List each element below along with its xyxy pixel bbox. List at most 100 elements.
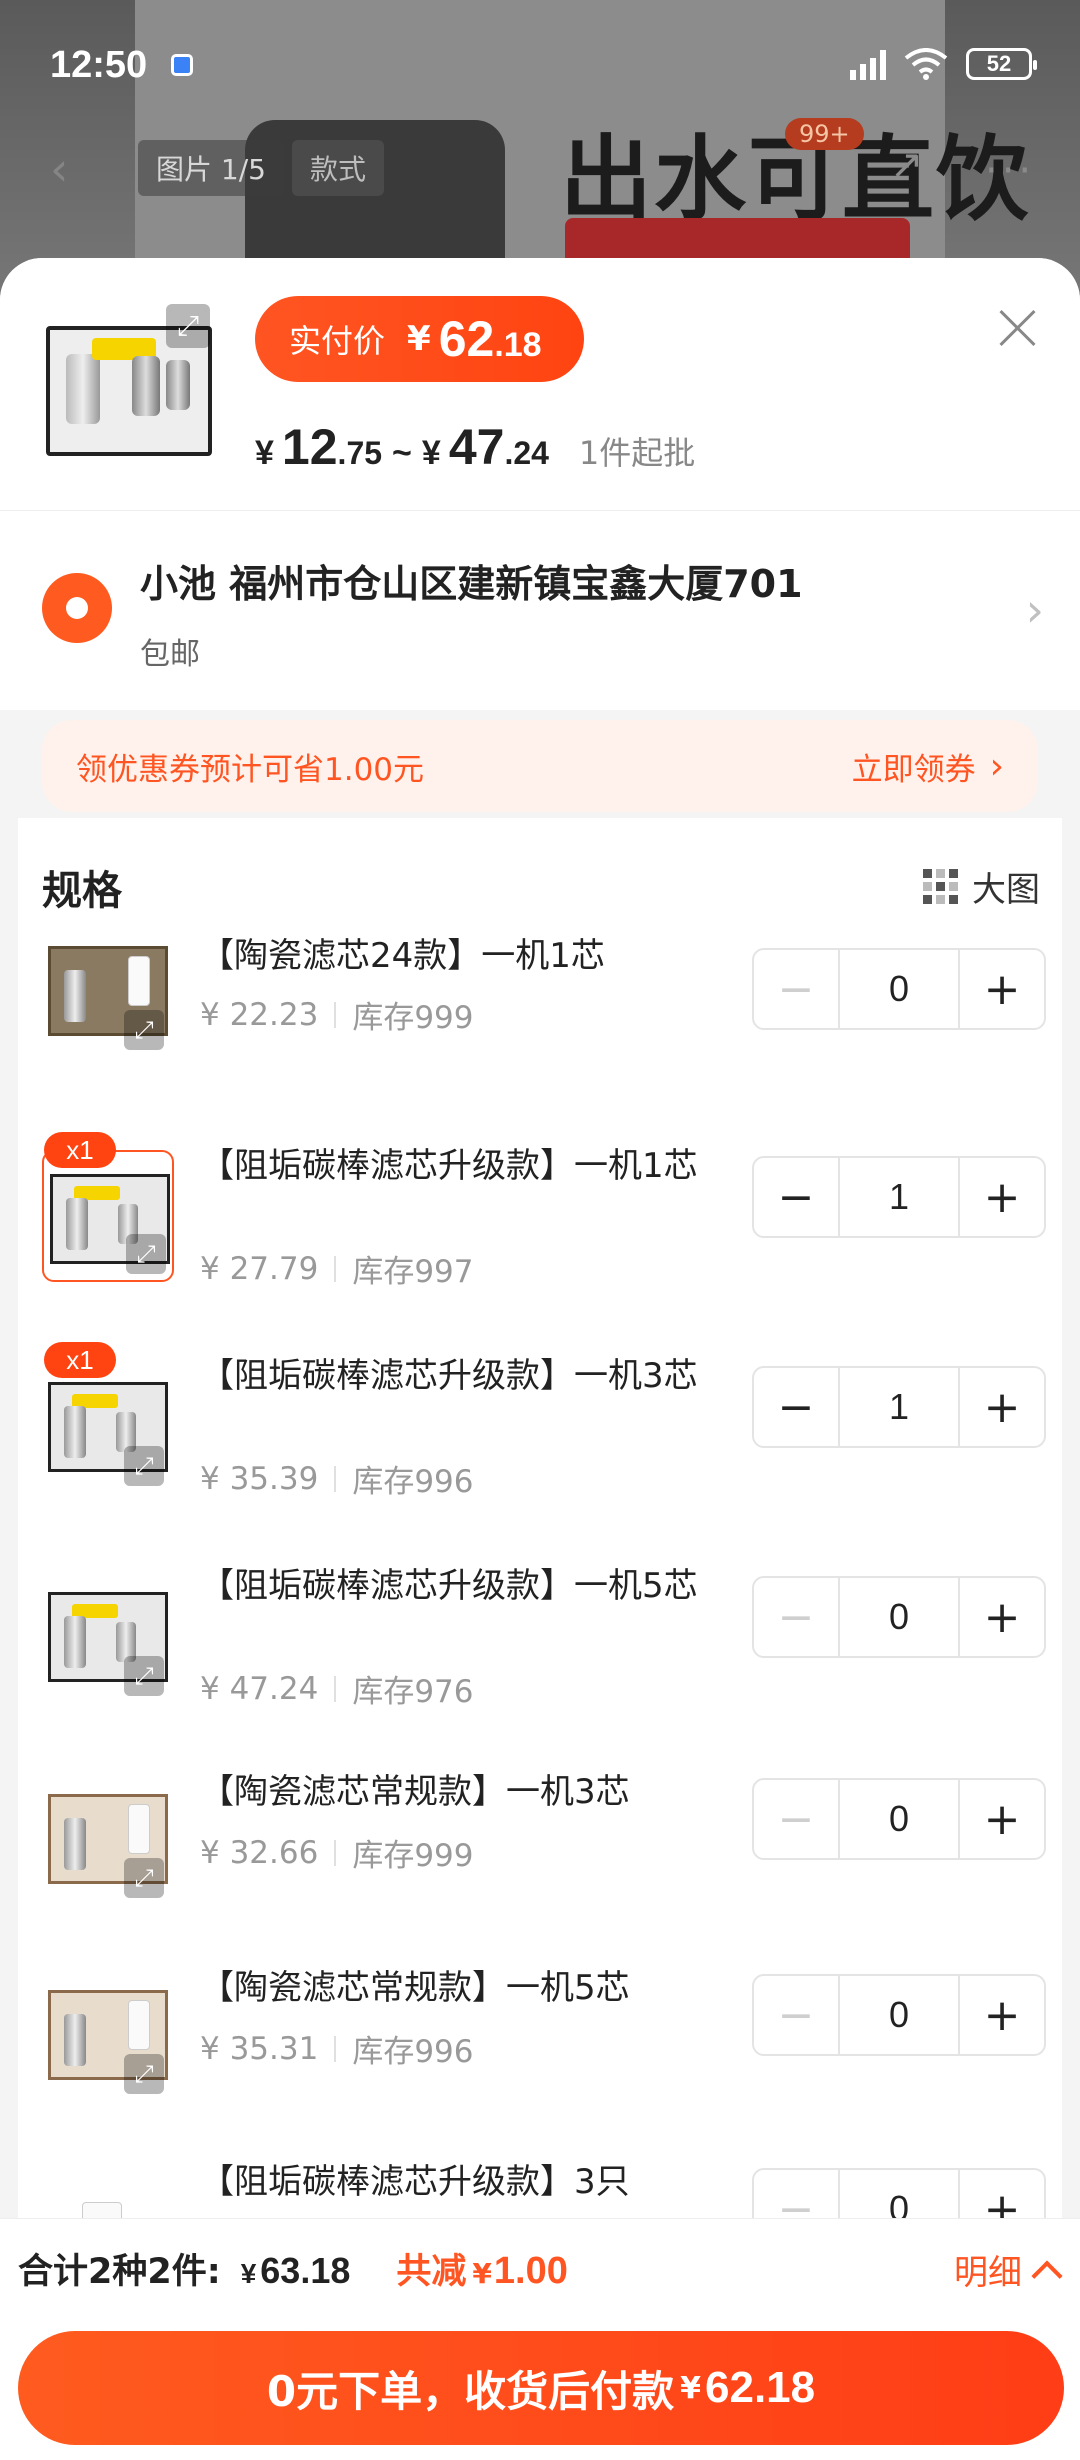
- coupon-banner[interactable]: 领优惠券预计可省1.00元 立即领券 ›: [42, 720, 1038, 812]
- item-thumbnail[interactable]: ⤢: [42, 1360, 174, 1492]
- shipping-label: 包邮: [140, 637, 200, 672]
- big-view-label: 大图: [972, 870, 1040, 910]
- quantity-value[interactable]: 0: [838, 950, 960, 1028]
- address-card[interactable]: 小池 福州市仓山区建新镇宝鑫大厦701 包邮 ›: [0, 510, 1080, 710]
- more-icon: ···: [985, 148, 1036, 194]
- thumbnail-cylinder: [66, 354, 100, 424]
- range-currency: ¥: [255, 434, 274, 472]
- item-stock: 库存999: [352, 1000, 474, 1036]
- increase-button[interactable]: +: [960, 1780, 1044, 1858]
- quantity-stepper: − 0 +: [752, 1974, 1046, 2056]
- summary-label: 合计2种2件:: [18, 2252, 221, 2292]
- actual-price-decimal: .18: [494, 325, 542, 364]
- notification-icon: [171, 54, 194, 76]
- increase-button[interactable]: +: [960, 1158, 1044, 1236]
- increase-button[interactable]: +: [960, 950, 1044, 1028]
- actual-price-currency: ¥: [407, 319, 431, 359]
- item-photo-part: [64, 1406, 86, 1458]
- item-stock: 库存976: [352, 1674, 474, 1710]
- decrease-button[interactable]: −: [754, 1976, 838, 2054]
- item-thumbnail[interactable]: ⤢: [42, 1772, 174, 1904]
- item-price: ¥ 32.66: [200, 1834, 319, 1871]
- detail-toggle[interactable]: 明细: [954, 2245, 1063, 2294]
- quantity-stepper: − 0 +: [752, 1576, 1046, 1658]
- claim-coupon-button[interactable]: 立即领券 ›: [852, 744, 1004, 789]
- quantity-value[interactable]: 1: [838, 1368, 960, 1446]
- decrease-button[interactable]: −: [754, 1780, 838, 1858]
- status-bar: 12:50 52: [0, 0, 1080, 130]
- item-meta: ¥ 22.23 库存999: [200, 992, 474, 1037]
- sheet-header: ⤢ 实付价 ¥ 62 .18 ¥ 12 .75 ~ ¥ 47 .24 1件起批: [0, 258, 1080, 510]
- expand-icon[interactable]: ⤢: [124, 2054, 164, 2094]
- decrease-button[interactable]: −: [754, 1158, 838, 1236]
- spec-panel: 规格 大图 ⤢ 【陶瓷滤芯24款】一机1芯 ¥ 22.23 库存999 − 0 …: [18, 818, 1062, 2460]
- item-thumbnail[interactable]: ⤢: [42, 924, 174, 1056]
- item-photo-part: [128, 956, 150, 1006]
- claim-coupon-label: 立即领券: [851, 751, 976, 788]
- status-icons: 52: [850, 48, 1037, 80]
- expand-icon[interactable]: ⤢: [124, 1858, 164, 1898]
- expand-icon[interactable]: ⤢: [124, 1656, 164, 1696]
- item-stock: 库存999: [352, 1838, 474, 1874]
- item-meta: ¥ 35.31 库存996: [200, 2026, 474, 2071]
- gallery-tabs: 图片 1/5 款式: [138, 140, 392, 196]
- increase-button[interactable]: +: [960, 1368, 1044, 1446]
- item-name: 【阻垢碳棒滤芯升级款】3只: [200, 2162, 630, 2202]
- grid-icon: [923, 869, 958, 904]
- item-stock: 库存997: [352, 1254, 474, 1290]
- item-meta: ¥ 35.39 库存996: [200, 1456, 474, 1501]
- total-currency: ¥: [240, 2258, 257, 2289]
- order-summary: 合计2种2件: ¥63.18 共减 ¥1.00: [18, 2243, 568, 2294]
- range-currency: ¥: [421, 434, 441, 472]
- item-thumbnail[interactable]: ⤢: [42, 1150, 174, 1282]
- increase-button[interactable]: +: [960, 1578, 1044, 1656]
- order-amount: 62.18: [705, 2363, 816, 2412]
- product-thumbnail[interactable]: ⤢: [36, 296, 222, 482]
- item-name: 【陶瓷滤芯24款】一机1芯: [200, 936, 605, 976]
- decrease-button[interactable]: −: [754, 1578, 838, 1656]
- place-order-button[interactable]: 0元下单，收货后付款 ¥ 62.18: [18, 2331, 1064, 2445]
- item-thumbnail[interactable]: ⤢: [42, 1968, 174, 2100]
- item-stock: 库存996: [352, 1464, 474, 1500]
- range-high-integer: 47: [448, 419, 505, 475]
- actual-price-integer: 62: [438, 311, 495, 367]
- expand-icon[interactable]: ⤢: [166, 304, 210, 348]
- quantity-value[interactable]: 0: [838, 1976, 960, 2054]
- quantity-stepper: − 1 +: [752, 1366, 1046, 1448]
- decrease-button[interactable]: −: [754, 950, 838, 1028]
- quantity-value[interactable]: 0: [838, 1578, 960, 1656]
- share-icon: ↗: [890, 142, 924, 188]
- discount-currency: ¥: [472, 2257, 492, 2290]
- chevron-up-icon: [1031, 2259, 1063, 2292]
- wifi-icon: [904, 48, 948, 80]
- item-photo-part: [64, 1616, 86, 1668]
- quantity-stepper: − 1 +: [752, 1156, 1046, 1238]
- status-time: 12:50: [50, 43, 148, 86]
- battery-icon: 52: [966, 48, 1037, 80]
- expand-icon[interactable]: ⤢: [126, 1234, 166, 1274]
- total-amount: 63.18: [260, 2250, 351, 2291]
- location-pin-icon: [42, 573, 112, 643]
- thumbnail-cartridge: [166, 360, 190, 410]
- item-stock: 库存996: [352, 2034, 474, 2070]
- price-range: ¥ 12 .75 ~ ¥ 47 .24 1件起批: [255, 418, 695, 476]
- checkout-footer: 合计2种2件: ¥63.18 共减 ¥1.00 明细 0元下单，收货后付款 ¥ 6…: [0, 2218, 1080, 2460]
- expand-icon[interactable]: ⤢: [124, 1446, 164, 1486]
- decrease-button[interactable]: −: [754, 1368, 838, 1446]
- quantity-stepper: − 0 +: [752, 1778, 1046, 1860]
- big-view-toggle[interactable]: 大图: [923, 862, 1040, 911]
- increase-button[interactable]: +: [960, 1976, 1044, 2054]
- quantity-value[interactable]: 0: [838, 1780, 960, 1858]
- item-price: ¥ 27.79: [200, 1250, 319, 1287]
- item-meta: ¥ 32.66 库存999: [200, 1830, 474, 1875]
- spec-title: 规格: [42, 868, 122, 914]
- range-high-decimal: .24: [504, 435, 549, 471]
- detail-label: 明细: [954, 2253, 1022, 2293]
- expand-icon[interactable]: ⤢: [124, 1010, 164, 1050]
- close-icon[interactable]: [996, 306, 1040, 350]
- quantity-value[interactable]: 1: [838, 1158, 960, 1236]
- item-meta: ¥ 27.79 库存997: [200, 1246, 474, 1291]
- meta-divider: [334, 1001, 337, 1028]
- item-thumbnail[interactable]: ⤢: [42, 1570, 174, 1702]
- item-price: ¥ 22.23: [200, 996, 319, 1033]
